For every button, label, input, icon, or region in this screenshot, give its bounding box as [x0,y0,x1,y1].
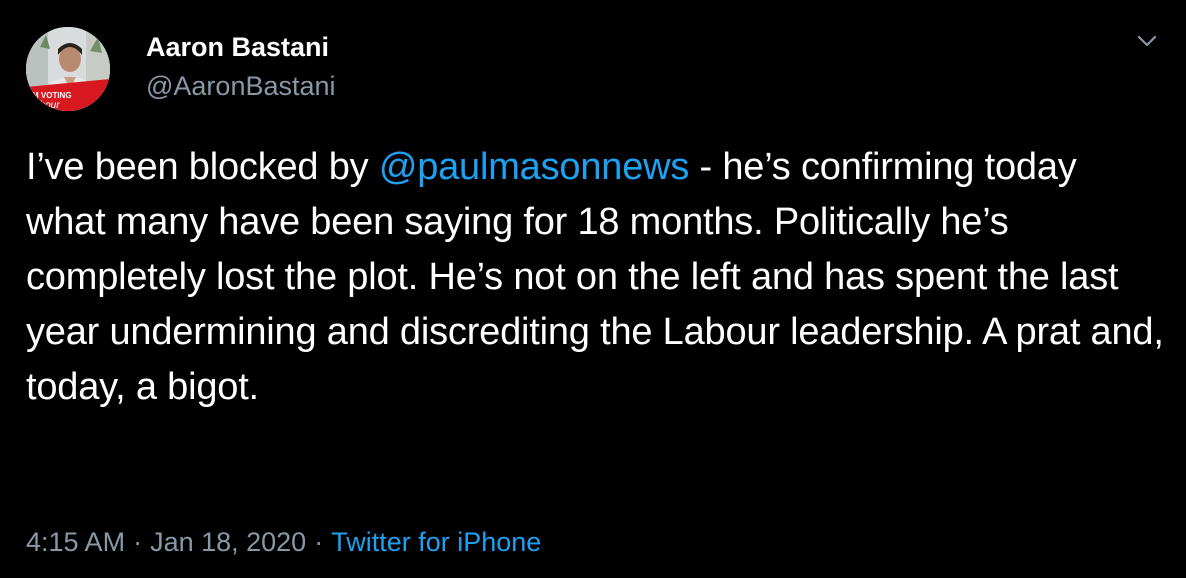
tweet-source-link[interactable]: Twitter for iPhone [331,527,541,557]
chevron-down-icon [1137,35,1157,47]
meta-separator: · [133,527,143,557]
avatar-image: M VOTING abour [26,27,110,111]
tweet-text-part1: I’ve been blocked by [26,146,379,188]
tweet-time[interactable]: 4:15 AM [26,527,125,557]
avatar-badge-line2: abour [34,100,60,111]
tweet-text: I’ve been blocked by @paulmasonnews - he… [26,140,1166,415]
mention-link[interactable]: @paulmasonnews [379,146,690,188]
tweet-meta: 4:15 AM · Jan 18, 2020 · Twitter for iPhone [26,524,541,560]
tweet: M VOTING abour Aaron Bastani @AaronBasta… [0,0,1186,578]
tweet-date[interactable]: Jan 18, 2020 [150,527,306,557]
author-name[interactable]: Aaron Bastani [146,31,329,63]
author-handle[interactable]: @AaronBastani [146,70,336,102]
tweet-menu-button[interactable] [1132,26,1162,56]
meta-separator-2: · [314,527,324,557]
avatar[interactable]: M VOTING abour [26,27,110,111]
avatar-badge-line1: M VOTING [32,91,72,100]
